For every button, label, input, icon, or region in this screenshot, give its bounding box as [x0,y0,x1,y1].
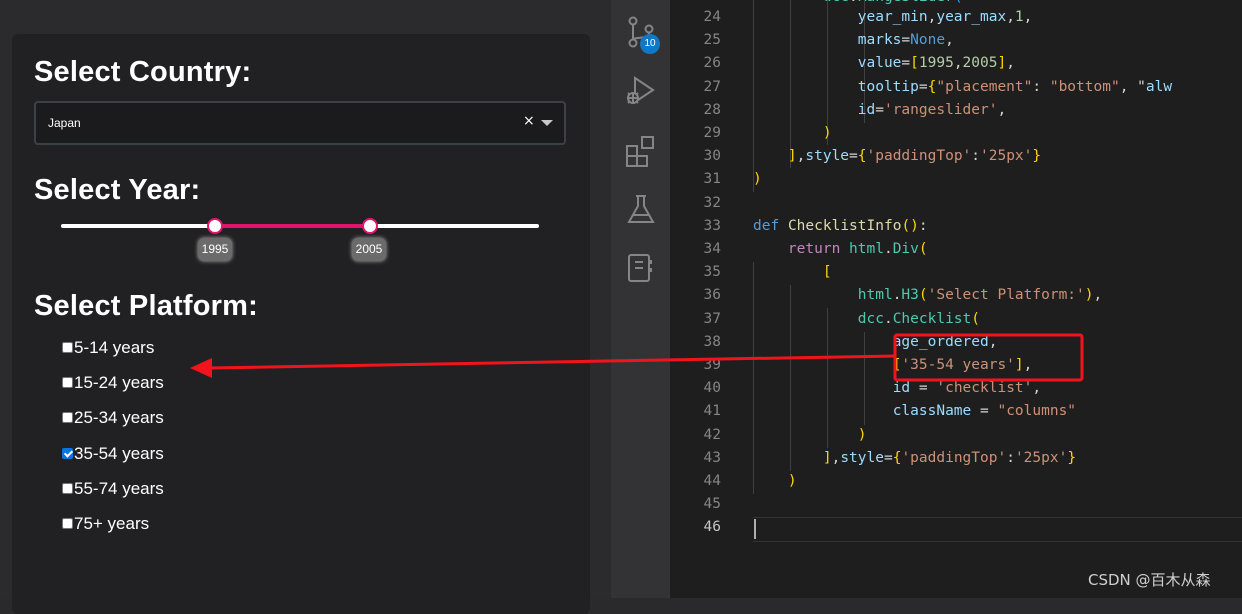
watermark: CSDN @百木从森 [1088,571,1211,589]
annotation-box [893,333,1084,382]
annotation-overlay [190,333,1084,382]
annotation-arrow-head [190,358,212,378]
annotation-arrow-shaft [209,354,895,370]
